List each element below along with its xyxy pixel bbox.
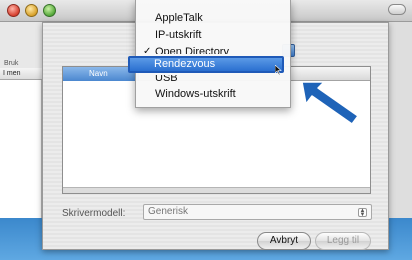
add-button[interactable]: Legg til (315, 232, 371, 250)
menu-item-usb[interactable]: USB (136, 75, 290, 84)
toolbar-label: Bruk (4, 60, 19, 67)
background-window-edge (389, 22, 412, 218)
menu-item-ip-printing[interactable]: IP-utskrift (136, 29, 290, 42)
menu-item-rendezvous[interactable]: Rendezvous (128, 56, 284, 73)
mouse-pointer-icon (275, 65, 282, 75)
menu-item-label: USB (155, 75, 178, 84)
updown-arrows-icon: ▲ ▼ (358, 208, 367, 218)
menu-item-open-directory[interactable]: ✓ Open Directory (136, 46, 290, 54)
cancel-button[interactable]: Avbryt (257, 232, 311, 250)
menu-item-appletalk[interactable]: AppleTalk (136, 12, 290, 25)
close-window-button[interactable] (7, 4, 20, 17)
menu-item-windows-printing[interactable]: Windows-utskrift (136, 88, 290, 101)
toolbar-toggle-button[interactable] (388, 4, 406, 15)
zoom-window-button[interactable] (43, 4, 56, 17)
printer-model-value: Generisk (148, 206, 189, 217)
minimize-window-button[interactable] (25, 4, 38, 17)
menu-item-label: AppleTalk (155, 12, 203, 24)
menu-item-label: Windows-utskrift (155, 88, 236, 100)
menu-item-label: IP-utskrift (155, 29, 202, 41)
connection-type-menu: AppleTalk IP-utskrift ✓ Open Directory U… (135, 0, 291, 108)
checkmark-icon: ✓ (143, 46, 152, 54)
arrow-pointer-icon (301, 81, 359, 125)
printer-list-footer (63, 187, 370, 193)
printer-model-select[interactable]: Generisk ▲ ▼ (143, 204, 372, 220)
printer-model-label: Skrivermodell: (62, 208, 126, 219)
menu-item-label: Open Directory (155, 46, 229, 54)
menu-item-label: Rendezvous (154, 58, 216, 70)
background-column-header: I men (0, 68, 42, 80)
